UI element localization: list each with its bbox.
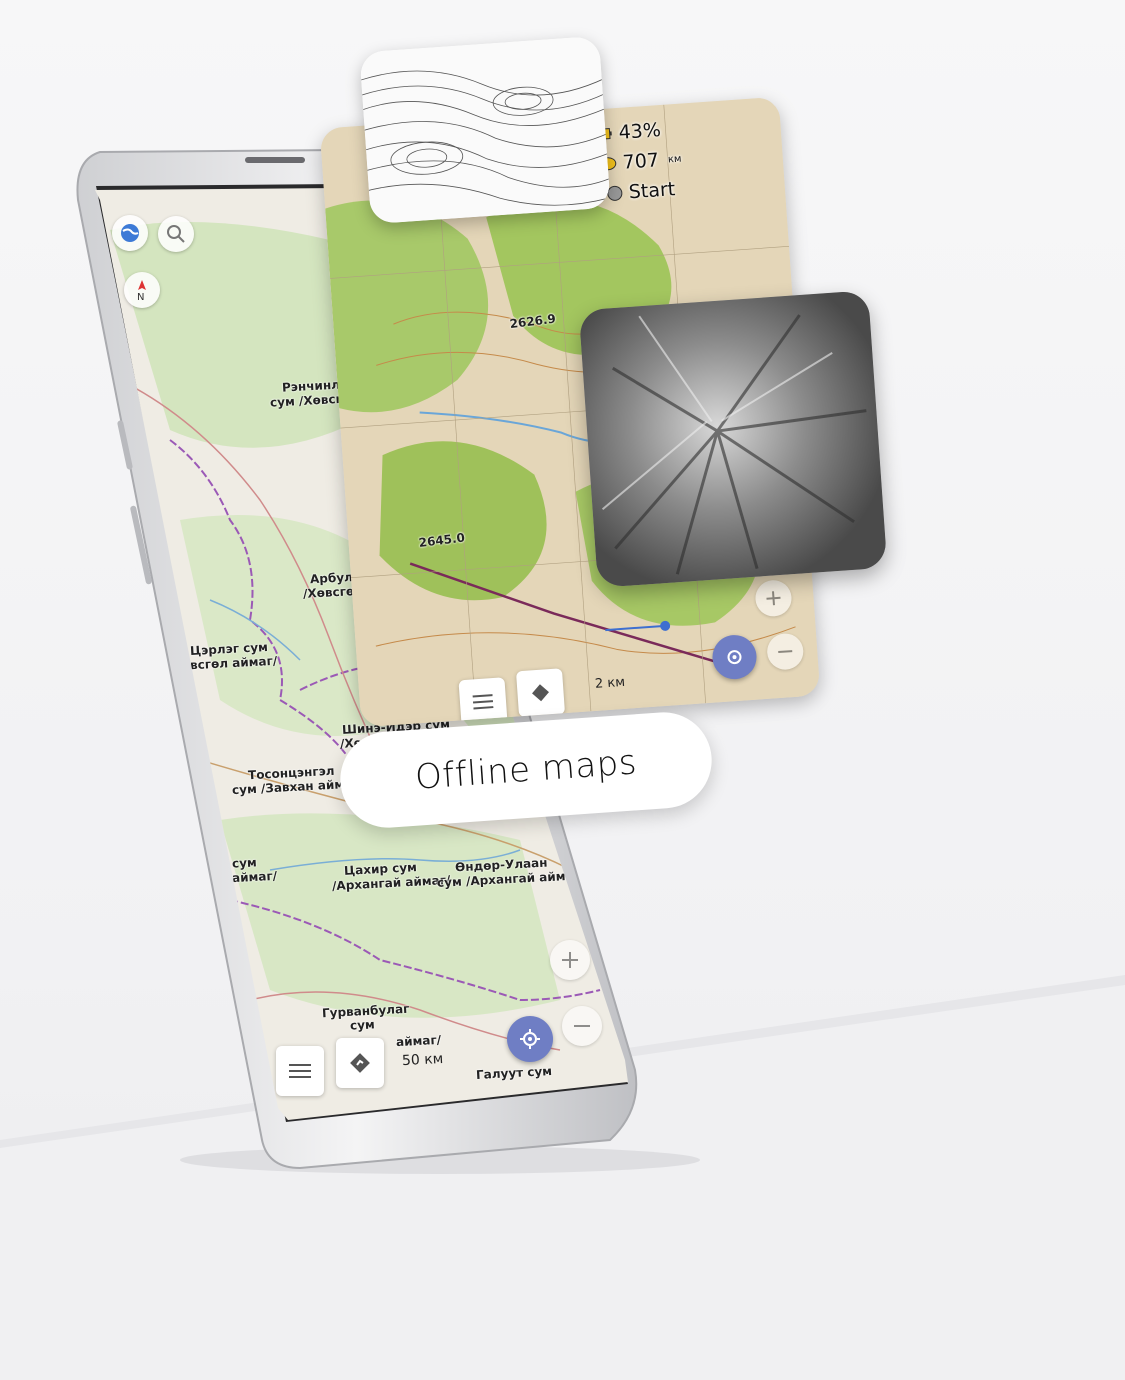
locate-icon <box>520 1029 540 1049</box>
svg-text:N: N <box>137 292 144 302</box>
contour-map-card <box>359 35 611 225</box>
topo-scale-label: 2 км <box>594 674 626 692</box>
route-button[interactable] <box>336 1038 384 1088</box>
search-button[interactable] <box>158 216 194 252</box>
globe-button[interactable] <box>112 215 148 251</box>
compass-icon: N <box>137 280 146 302</box>
map-label: аймаг/ <box>231 868 278 886</box>
menu-button[interactable] <box>276 1046 324 1096</box>
compass-button[interactable]: N <box>124 272 160 308</box>
relief-map-card <box>578 290 888 588</box>
search-icon <box>167 225 185 243</box>
map-label: аймаг/ <box>395 1032 442 1050</box>
zoom-in-icon <box>766 591 781 606</box>
offline-maps-label: Offline maps <box>413 742 639 798</box>
contour-map <box>359 35 611 225</box>
distance-value: 707 <box>621 149 660 174</box>
locate-button[interactable] <box>507 1016 553 1062</box>
distance-unit: км <box>667 153 682 166</box>
zoom-out-icon <box>778 650 793 654</box>
topo-route-button[interactable] <box>515 668 566 718</box>
zoom-out-icon <box>574 1025 590 1027</box>
zoom-in-button[interactable] <box>550 940 590 980</box>
relief-map <box>578 290 888 588</box>
route-icon <box>532 684 549 702</box>
zoom-out-button[interactable] <box>562 1006 602 1046</box>
locate-icon <box>727 650 742 665</box>
globe-icon <box>121 224 139 242</box>
start-label: Start <box>628 178 676 204</box>
menu-icon <box>289 1064 311 1078</box>
zoom-in-icon <box>562 952 578 968</box>
route-icon <box>350 1053 370 1073</box>
map-label: сум <box>231 855 258 871</box>
menu-icon <box>472 694 494 710</box>
battery-level: 43% <box>617 119 662 144</box>
map-label: сум <box>349 1017 376 1033</box>
scale-label: 50 км <box>401 1050 444 1070</box>
